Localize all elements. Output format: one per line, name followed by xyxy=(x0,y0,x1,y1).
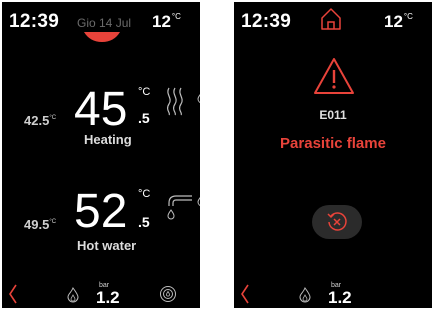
hot-water-unit: °C xyxy=(138,188,151,200)
chevron-left-icon[interactable] xyxy=(8,284,18,304)
heating-radiant-icon xyxy=(166,87,183,116)
status-bar: 12:39 12°C xyxy=(234,2,432,40)
main-status-screen: 12:39 Gio 14 Jul 12°C 42.5°C 45 °C .5 He… xyxy=(2,2,200,308)
hot-water-temperature: 52 xyxy=(74,185,128,238)
bottom-bar: bar 1.2 xyxy=(2,276,200,308)
reset-icon xyxy=(327,212,347,231)
hot-water-setpoint: 49.5°C xyxy=(24,217,57,232)
pressure-value: 1.2 xyxy=(328,288,352,307)
error-message: Parasitic flame xyxy=(280,135,386,152)
date-label: Gio 14 Jul xyxy=(77,16,132,30)
reset-button[interactable] xyxy=(312,205,362,239)
hot-water-label: Hot water xyxy=(77,238,137,253)
heating-decimal: .5 xyxy=(138,110,150,126)
flame-icon[interactable] xyxy=(298,287,312,303)
flame-icon xyxy=(197,94,200,103)
bottom-bar: bar 1.2 xyxy=(234,276,432,308)
clock-time: 12:39 xyxy=(9,11,60,32)
heating-label: Heating xyxy=(84,132,132,147)
settings-icon[interactable] xyxy=(159,285,177,303)
active-indicator-icon xyxy=(84,32,120,42)
error-code: E011 xyxy=(319,108,347,122)
home-icon[interactable] xyxy=(320,7,342,31)
heating-temperature: 45 xyxy=(74,83,128,136)
flame-icon[interactable] xyxy=(66,287,80,303)
clock-time: 12:39 xyxy=(241,11,292,32)
error-screen: 12:39 12°C E011 Parasitic flame bar 1.2 xyxy=(234,2,432,308)
heating-setpoint: 42.5°C xyxy=(24,113,57,128)
chevron-left-icon[interactable] xyxy=(240,284,250,304)
outdoor-temperature: 12°C xyxy=(384,12,413,31)
faucet-icon xyxy=(167,195,192,220)
flame-icon xyxy=(197,197,200,206)
pressure-value: 1.2 xyxy=(96,288,120,307)
hot-water-decimal: .5 xyxy=(138,214,150,230)
heating-unit: °C xyxy=(138,86,151,98)
warning-triangle-icon xyxy=(314,58,354,94)
outdoor-temperature: 12°C xyxy=(152,12,181,31)
